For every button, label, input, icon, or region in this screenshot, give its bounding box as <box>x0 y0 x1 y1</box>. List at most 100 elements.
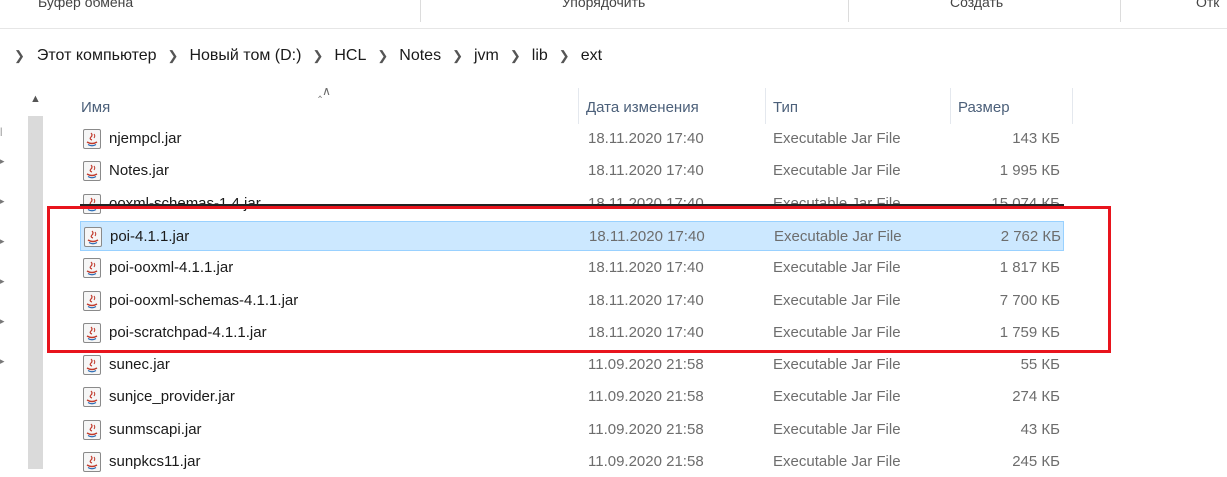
expand-arrow-icon[interactable]: ▸ <box>0 236 5 247</box>
column-header: ‸∧ Имя Дата изменения Тип Размер <box>52 84 1227 124</box>
column-header-size[interactable]: Размер <box>951 88 1073 124</box>
file-row[interactable]: ooxml-schemas-1.4.jar 18.11.2020 17:40 E… <box>80 189 1064 219</box>
file-type: Executable Jar File <box>773 323 901 341</box>
breadcrumb-lib[interactable]: lib <box>532 47 548 65</box>
file-row[interactable]: Notes.jar 18.11.2020 17:40 Executable Ja… <box>80 156 1064 186</box>
address-bar[interactable]: ❯ Этот компьютер ❯ Новый том (D:) ❯ HCL … <box>0 29 1227 85</box>
java-jar-icon <box>83 258 101 279</box>
breadcrumb-this-pc[interactable]: Этот компьютер <box>37 47 157 65</box>
column-header-name[interactable]: Имя <box>74 88 579 124</box>
file-size: 1 817 КБ <box>999 259 1060 277</box>
file-type: Executable Jar File <box>773 356 901 374</box>
chevron-right-icon[interactable]: ❯ <box>559 48 570 64</box>
scroll-up-arrow-icon[interactable]: ▲ <box>27 88 44 110</box>
file-date: 18.11.2020 17:40 <box>588 291 704 309</box>
nav-item-marker[interactable]: | <box>0 126 2 136</box>
expand-arrow-icon[interactable]: ▸ <box>0 156 5 167</box>
file-type: Executable Jar File <box>773 259 901 277</box>
file-row[interactable]: sunec.jar 11.09.2020 21:58 Executable Ja… <box>80 350 1064 380</box>
file-size: 55 КБ <box>1020 356 1060 374</box>
file-date: 11.09.2020 21:58 <box>588 356 704 374</box>
breadcrumb-notes[interactable]: Notes <box>399 47 441 65</box>
expand-arrow-icon[interactable]: ▸ <box>0 356 5 367</box>
chevron-right-icon[interactable]: ❯ <box>452 48 463 64</box>
java-jar-icon <box>83 322 101 343</box>
file-date: 18.11.2020 17:40 <box>588 259 704 277</box>
file-name: Notes.jar <box>109 162 170 180</box>
file-size: 274 КБ <box>1012 388 1060 406</box>
file-row[interactable]: poi-scratchpad-4.1.1.jar 18.11.2020 17:4… <box>80 318 1064 348</box>
expand-arrow-icon[interactable]: ▸ <box>0 316 5 327</box>
ribbon-group-labels: Буфер обмена Упорядочить Создать Отк <box>0 0 1227 29</box>
java-jar-icon <box>83 129 101 149</box>
file-date: 18.11.2020 17:40 <box>589 227 705 245</box>
file-date: 18.11.2020 17:40 <box>588 130 704 147</box>
file-size: 1 995 КБ <box>999 162 1060 180</box>
file-type: Executable Jar File <box>773 420 901 438</box>
file-row[interactable]: poi-4.1.1.jar 18.11.2020 17:40 Executabl… <box>80 220 1064 251</box>
file-name: poi-ooxml-schemas-4.1.1.jar <box>109 291 299 309</box>
file-size: 143 КБ <box>1012 130 1060 147</box>
java-jar-icon <box>83 452 101 472</box>
file-size: 2 762 КБ <box>1000 227 1061 245</box>
ribbon-group-open: Отк <box>1196 0 1220 10</box>
file-row[interactable]: njempcl.jar 18.11.2020 17:40 Executable … <box>80 124 1064 154</box>
java-jar-icon <box>83 355 101 376</box>
breadcrumb-drive-d[interactable]: Новый том (D:) <box>189 47 301 65</box>
file-date: 11.09.2020 21:58 <box>588 388 704 406</box>
file-row[interactable]: sunjce_provider.jar 11.09.2020 21:58 Exe… <box>80 382 1064 412</box>
file-size: 1 759 КБ <box>999 323 1060 341</box>
file-row[interactable]: poi-ooxml-4.1.1.jar 18.11.2020 17:40 Exe… <box>80 253 1064 283</box>
column-header-type[interactable]: Тип <box>766 88 951 124</box>
strike-line <box>80 203 1064 206</box>
file-type: Executable Jar File <box>773 388 901 406</box>
chevron-right-icon[interactable]: ❯ <box>510 48 521 64</box>
expand-arrow-icon[interactable]: ▸ <box>0 196 5 207</box>
chevron-right-icon[interactable]: ❯ <box>14 48 25 64</box>
breadcrumb-jvm[interactable]: jvm <box>474 47 499 65</box>
ribbon-separator <box>1120 0 1121 22</box>
chevron-right-icon[interactable]: ❯ <box>312 48 323 64</box>
chevron-right-icon[interactable]: ❯ <box>168 48 179 64</box>
column-header-date[interactable]: Дата изменения <box>579 88 766 124</box>
file-name: njempcl.jar <box>109 130 182 147</box>
file-name: poi-scratchpad-4.1.1.jar <box>109 323 267 341</box>
file-row[interactable]: sunmscapi.jar 11.09.2020 21:58 Executabl… <box>80 415 1064 445</box>
file-type: Executable Jar File <box>774 227 902 245</box>
file-type: Executable Jar File <box>773 453 901 470</box>
java-jar-icon <box>83 290 101 311</box>
file-size: 43 КБ <box>1020 420 1060 438</box>
file-name: sunmscapi.jar <box>109 420 202 438</box>
file-date: 18.11.2020 17:40 <box>588 162 704 180</box>
file-type: Executable Jar File <box>773 291 901 309</box>
ribbon-group-organize: Упорядочить <box>562 0 646 10</box>
ribbon-group-clipboard: Буфер обмена <box>38 0 134 10</box>
file-row[interactable]: sunpkcs11.jar 11.09.2020 21:58 Executabl… <box>80 447 1064 477</box>
file-size: 245 КБ <box>1012 453 1060 470</box>
file-name: poi-ooxml-4.1.1.jar <box>109 259 234 277</box>
ribbon-separator <box>420 0 421 22</box>
file-list[interactable]: ‸∧ Имя Дата изменения Тип Размер njempcl… <box>52 84 1227 472</box>
file-name: sunec.jar <box>109 356 170 374</box>
expand-arrow-icon[interactable]: ▸ <box>0 276 5 287</box>
java-jar-icon <box>83 161 101 182</box>
file-type: Executable Jar File <box>773 162 901 180</box>
breadcrumb: ❯ Этот компьютер ❯ Новый том (D:) ❯ HCL … <box>14 47 602 65</box>
java-jar-icon <box>83 387 101 408</box>
breadcrumb-hcl[interactable]: HCL <box>334 47 366 65</box>
file-row[interactable]: poi-ooxml-schemas-4.1.1.jar 18.11.2020 1… <box>80 286 1064 316</box>
navigation-pane[interactable]: | ▸ ▸ ▸ ▸ ▸ ▸ ▲ <box>0 88 50 469</box>
chevron-right-icon[interactable]: ❯ <box>377 48 388 64</box>
java-jar-icon <box>83 419 101 440</box>
file-date: 18.11.2020 17:40 <box>588 323 704 341</box>
file-name: sunjce_provider.jar <box>109 388 235 406</box>
file-size: 7 700 КБ <box>999 291 1060 309</box>
file-date: 11.09.2020 21:58 <box>588 453 704 470</box>
ribbon-group-new: Создать <box>950 0 1004 10</box>
breadcrumb-ext[interactable]: ext <box>581 47 602 65</box>
nav-scrollbar-track[interactable] <box>28 116 43 469</box>
java-jar-icon <box>84 226 102 247</box>
file-type: Executable Jar File <box>773 130 901 147</box>
file-name: sunpkcs11.jar <box>109 453 201 470</box>
ribbon-separator <box>848 0 849 22</box>
